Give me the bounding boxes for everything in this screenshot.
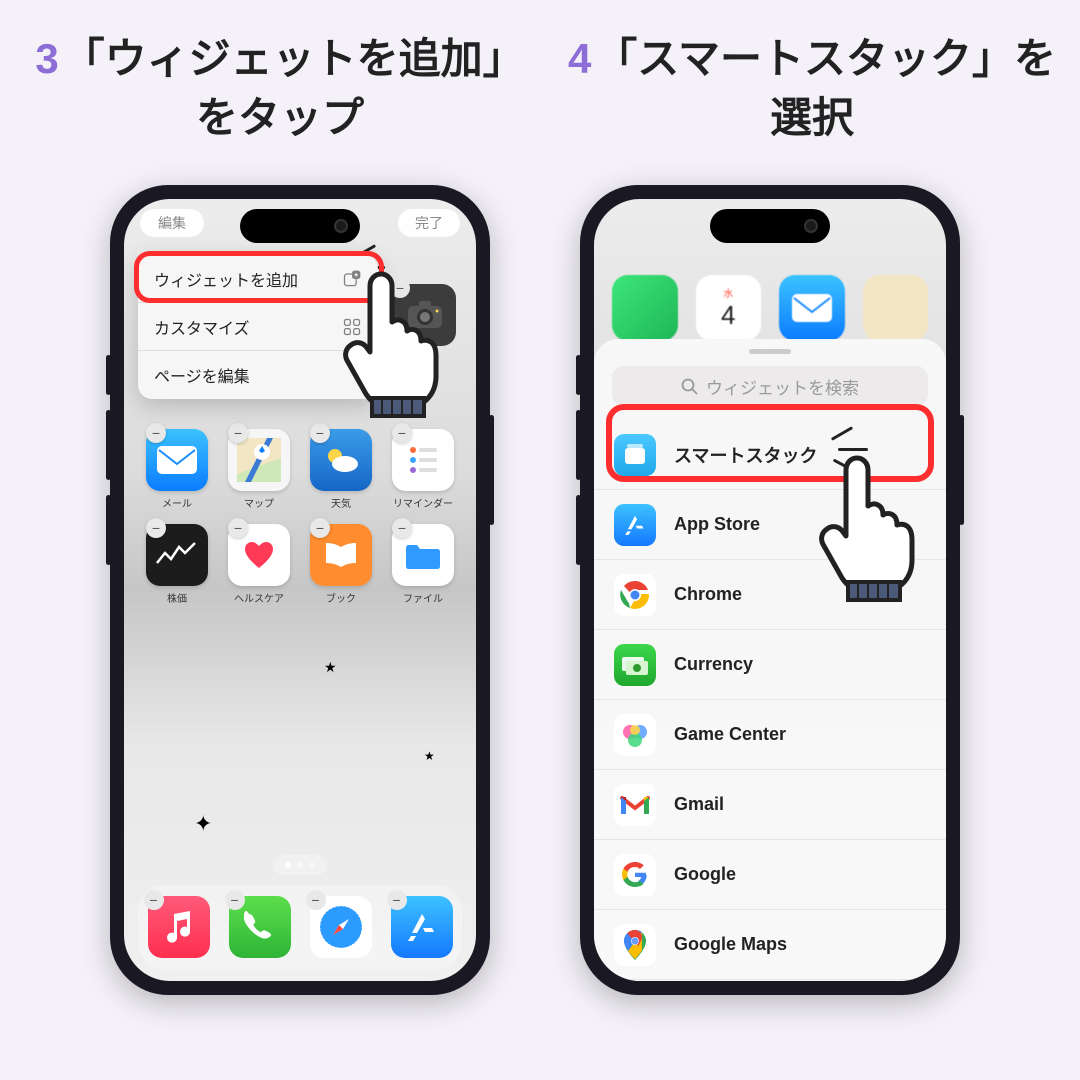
step4-title: 4「スマートスタック」を 選択 <box>552 30 1072 148</box>
app-weather[interactable]: −天気 <box>304 429 378 510</box>
step-3: 3「ウィジェットを追加」 をタップ <box>20 30 540 166</box>
step-4: 4「スマートスタック」を 選択 <box>552 30 1072 166</box>
app-files[interactable]: −ファイル <box>386 524 460 605</box>
row-label: Currency <box>674 654 753 675</box>
dock-music[interactable]: − <box>148 896 210 958</box>
search-icon <box>681 378 698 395</box>
app-maps[interactable]: −マップ <box>222 429 296 510</box>
edit-pill[interactable]: 編集 <box>140 209 204 237</box>
row-google[interactable]: Google <box>594 840 946 910</box>
search-field[interactable]: ウィジェットを検索 <box>612 366 928 406</box>
app-reminders[interactable]: −リマインダー <box>386 429 460 510</box>
googlemaps-icon <box>614 924 656 966</box>
search-placeholder: ウィジェットを検索 <box>706 374 859 399</box>
dock-safari[interactable]: − <box>310 896 372 958</box>
step4-title-line2: 選択 <box>770 94 854 141</box>
dock-phone[interactable]: − <box>229 896 291 958</box>
dock-appstore[interactable]: − <box>391 896 453 958</box>
row-label: Gmail <box>674 794 724 815</box>
app-mail[interactable]: −メール <box>140 429 214 510</box>
app-health[interactable]: −ヘルスケア <box>222 524 296 605</box>
currency-icon <box>614 644 656 686</box>
step3-number: 3 <box>35 35 58 82</box>
notch <box>710 209 830 243</box>
row-google-calendar[interactable]: 31 Googleカレンダー <box>594 980 946 981</box>
step4-number: 4 <box>568 35 591 82</box>
row-google-maps[interactable]: Google Maps <box>594 910 946 980</box>
hand-cursor <box>330 268 460 418</box>
row-label: Chrome <box>674 584 742 605</box>
row-label: App Store <box>674 514 760 535</box>
step3-title: 3「ウィジェットを追加」 をタップ <box>20 30 540 148</box>
row-label: Google Maps <box>674 934 787 955</box>
step4-title-line1: 「スマートスタック」を <box>595 35 1056 82</box>
sheet-grabber[interactable] <box>749 349 791 354</box>
step3-title-line1: 「ウィジェットを追加」 <box>63 35 525 82</box>
row-currency[interactable]: Currency <box>594 630 946 700</box>
calendar-weekday: 水 <box>723 285 733 300</box>
row-gmail[interactable]: Gmail <box>594 770 946 840</box>
app-books[interactable]: −ブック <box>304 524 378 605</box>
gmail-icon <box>614 784 656 826</box>
google-icon <box>614 854 656 896</box>
row-label: Google <box>674 864 736 885</box>
step3-title-line2: をタップ <box>196 94 364 141</box>
done-pill[interactable]: 完了 <box>398 209 460 237</box>
chrome-icon <box>614 574 656 616</box>
hand-cursor <box>806 452 936 602</box>
menu-label: カスタマイズ <box>154 315 250 339</box>
appstore-icon <box>614 504 656 546</box>
dock: − − − − <box>138 885 462 969</box>
row-game-center[interactable]: Game Center <box>594 700 946 770</box>
app-grid: −メール −マップ −天気 −リマインダー −株価 −ヘルスケア −ブック −フ… <box>140 429 460 605</box>
gamecenter-icon <box>614 714 656 756</box>
app-stocks[interactable]: −株価 <box>140 524 214 605</box>
notch <box>240 209 360 243</box>
row-label: Game Center <box>674 724 786 745</box>
menu-label: ページを編集 <box>154 363 250 387</box>
page-indicator[interactable] <box>273 855 327 875</box>
